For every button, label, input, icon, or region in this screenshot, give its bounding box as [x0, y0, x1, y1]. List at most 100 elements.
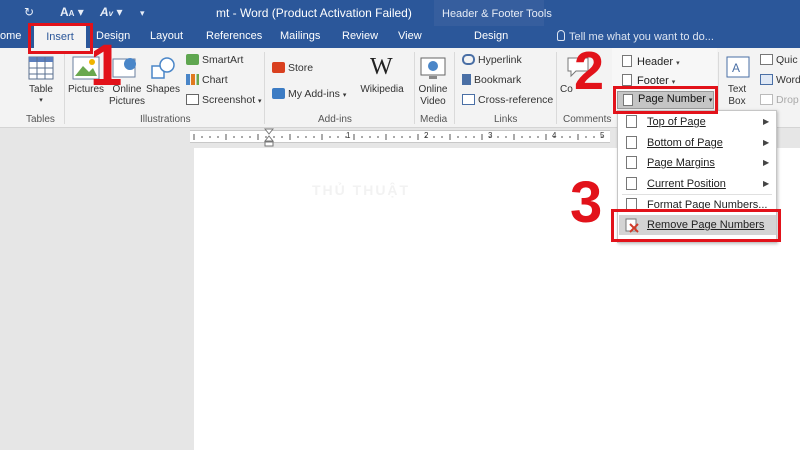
submenu-arrow-icon: ▶ — [763, 117, 770, 126]
tab-references[interactable]: References — [206, 30, 262, 42]
ruler-label: 5 — [600, 131, 605, 140]
drop-cap-icon — [760, 94, 773, 105]
tab-view[interactable]: View — [398, 30, 422, 42]
contextual-group-label: Header & Footer Tools — [442, 8, 552, 20]
group-label-media: Media — [420, 114, 448, 125]
page-margins-icon — [626, 156, 637, 169]
cross-reference-button[interactable]: Cross-reference — [462, 94, 553, 106]
ruler-label: 2 — [424, 131, 429, 140]
ruler-label: 1 — [346, 131, 351, 140]
screenshot-label: Screenshot — [202, 94, 256, 106]
group-label-illustrations: Illustrations — [140, 114, 191, 125]
header-label: Header — [637, 56, 674, 68]
ruler-label: 4 — [552, 131, 557, 140]
smartart-label: SmartArt — [202, 54, 244, 66]
hyperlink-label: Hyperlink — [478, 54, 522, 66]
top-of-page-icon — [626, 115, 637, 128]
tab-hf-design[interactable]: Design — [474, 30, 508, 42]
store-button[interactable]: Store — [272, 62, 313, 74]
annotation-box-insert — [28, 23, 93, 54]
smartart-button[interactable]: SmartArt — [186, 54, 243, 66]
svg-text:A: A — [732, 61, 740, 75]
chart-icon — [186, 74, 199, 85]
hyperlink-button[interactable]: Hyperlink — [462, 54, 522, 66]
chart-button[interactable]: Chart — [186, 74, 228, 86]
submenu-arrow-icon: ▶ — [763, 138, 770, 147]
group-label-addins: Add-ins — [318, 114, 352, 125]
header-icon — [622, 55, 632, 67]
tab-home[interactable]: ome — [0, 30, 21, 42]
shapes-icon[interactable] — [150, 56, 176, 80]
current-position-icon — [626, 177, 637, 190]
wikipedia-icon[interactable]: W — [370, 54, 393, 81]
customize-qat-icon[interactable]: ▾ — [140, 8, 145, 19]
group-divider — [556, 52, 557, 124]
drop-cap-label: Drop — [776, 94, 799, 106]
header-button[interactable]: Header ▾ — [622, 55, 680, 68]
lightbulb-icon — [557, 30, 565, 41]
group-label-links: Links — [494, 114, 518, 125]
tab-mailings[interactable]: Mailings — [280, 30, 320, 42]
font-size-icon[interactable]: AA ▾ — [60, 5, 84, 19]
group-divider — [64, 52, 65, 124]
chevron-down-icon: ▾ — [39, 97, 43, 104]
step-number-1: 1 — [90, 33, 123, 98]
store-label: Store — [288, 62, 314, 74]
my-addins-button[interactable]: My Add-ins ▾ — [272, 88, 346, 100]
menu-item-page-margins[interactable]: Page Margins — [647, 157, 715, 169]
wordart-icon — [760, 74, 773, 85]
text-box-icon[interactable]: A — [726, 56, 750, 78]
online-video-label[interactable]: Online Video — [414, 84, 452, 108]
menu-item-bottom-of-page[interactable]: Bottom of Page — [647, 137, 723, 149]
tab-review[interactable]: Review — [342, 30, 378, 42]
quick-parts-button[interactable]: Quic — [760, 54, 798, 66]
drop-cap-button[interactable]: Drop — [760, 94, 799, 106]
indent-marker-icon[interactable] — [264, 128, 274, 148]
wordart-button[interactable]: Word — [760, 74, 800, 86]
tab-layout[interactable]: Layout — [150, 30, 183, 42]
cross-reference-icon — [462, 94, 475, 105]
bookmark-icon — [462, 74, 471, 85]
my-addins-label: My Add-ins — [288, 88, 340, 100]
bottom-of-page-icon — [626, 136, 637, 149]
ruler-ticks — [193, 134, 603, 140]
annotation-box-page-number — [613, 86, 718, 114]
group-divider — [264, 52, 265, 124]
menu-separator — [622, 194, 772, 195]
ruler-label: 3 — [488, 131, 493, 140]
submenu-arrow-icon: ▶ — [763, 179, 770, 188]
chart-label: Chart — [202, 74, 228, 86]
wikipedia-label[interactable]: Wikipedia — [356, 84, 408, 96]
cross-reference-label: Cross-reference — [478, 94, 554, 106]
screenshot-button[interactable]: Screenshot ▾ — [186, 94, 262, 106]
bookmark-label: Bookmark — [474, 74, 522, 86]
annotation-box-remove — [611, 209, 781, 242]
watermark: THỦ THUẬT — [312, 182, 411, 198]
quick-parts-icon — [760, 54, 773, 65]
text-box-label[interactable]: Text Box — [722, 84, 752, 108]
group-divider — [454, 52, 455, 124]
online-video-icon[interactable] — [420, 56, 446, 80]
group-label-comments: Comments — [563, 114, 612, 125]
word-window: ↻ AA ▾ Av ▾ ▾ mt - Word (Product Activat… — [0, 0, 800, 450]
table-icon[interactable] — [28, 56, 54, 80]
wordart-label: Word — [776, 74, 800, 86]
footer-icon — [622, 74, 632, 86]
menu-item-current-position[interactable]: Current Position — [647, 178, 726, 190]
smartart-icon — [186, 54, 199, 65]
shapes-label[interactable]: Shapes — [146, 84, 180, 96]
step-number-2: 2 — [574, 41, 605, 101]
bookmark-button[interactable]: Bookmark — [462, 74, 521, 86]
hyperlink-icon — [462, 54, 475, 65]
step-number-3: 3 — [570, 170, 603, 235]
window-title: mt - Word (Product Activation Failed) — [216, 6, 412, 20]
quick-parts-label: Quic — [776, 54, 798, 66]
format-painter-icon[interactable]: Av ▾ — [100, 5, 122, 19]
my-addins-icon — [272, 88, 285, 99]
submenu-arrow-icon: ▶ — [763, 158, 770, 167]
screenshot-icon — [186, 94, 199, 105]
redo-icon[interactable]: ↻ — [24, 5, 34, 19]
group-label-tables: Tables — [26, 114, 55, 125]
store-icon — [272, 62, 285, 73]
menu-item-top-of-page[interactable]: Top of Page — [647, 116, 706, 128]
